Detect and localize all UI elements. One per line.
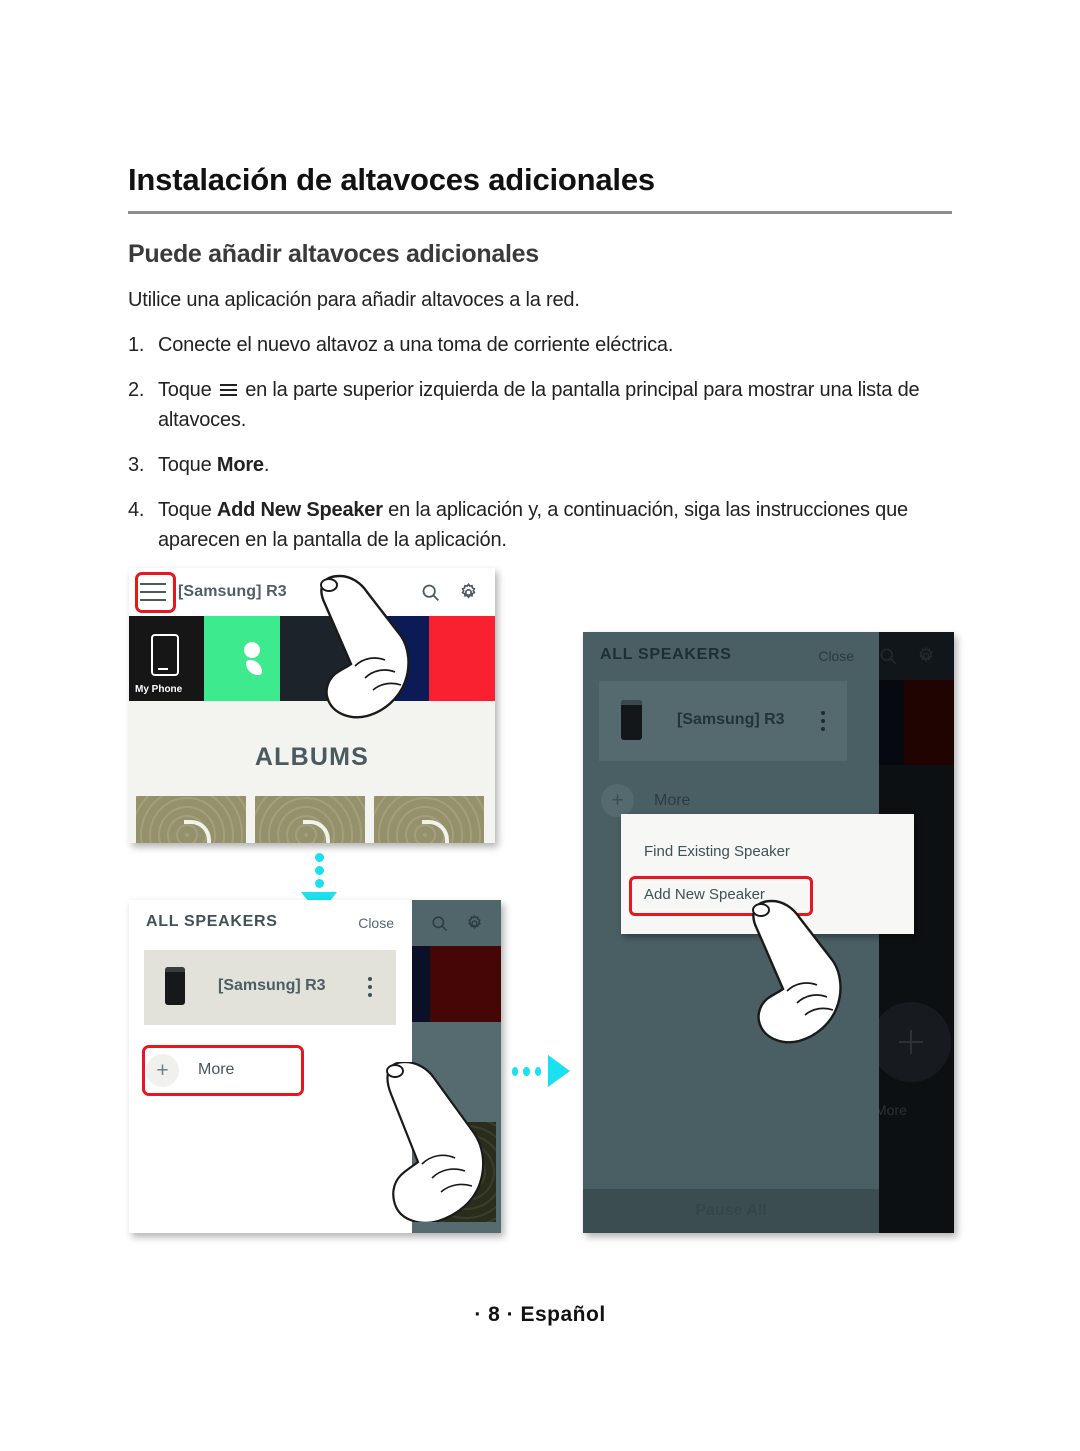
step-number: 1. (128, 334, 145, 356)
title-divider (128, 211, 952, 214)
step-number: 3. (128, 454, 145, 476)
highlight-box-hamburger (135, 572, 176, 613)
album-thumb[interactable] (136, 796, 246, 843)
hamburger-icon (219, 384, 237, 397)
search-icon (430, 914, 449, 933)
speaker-icon (621, 700, 642, 740)
tile-service-green[interactable] (204, 616, 280, 701)
speaker-name: [Samsung] R3 (218, 977, 326, 994)
gear-icon (465, 914, 484, 933)
gear-icon (916, 646, 936, 666)
panel-title: ALL SPEAKERS (146, 913, 278, 930)
lead-paragraph: Utilice una aplicación para añadir altav… (128, 289, 580, 311)
tile-service-dark[interactable] (280, 616, 355, 701)
tile-label: My Phone (135, 684, 183, 695)
step-text: Conecte el nuevo altavoz a una toma de c… (158, 334, 674, 356)
pause-all-button[interactable]: Pause All (583, 1189, 879, 1233)
background-tile-red (904, 680, 954, 765)
more-button[interactable]: + More (601, 784, 690, 817)
background-app-actions (878, 646, 936, 666)
list-item: 1. Conecte el nuevo altavoz a una toma d… (128, 330, 958, 360)
panel-title: ALL SPEAKERS (600, 646, 732, 663)
arrow-down-icon (301, 853, 337, 915)
manual-page: Instalación de altavoces adicionales Pue… (0, 0, 1080, 1451)
background-plus-icon (871, 1002, 951, 1082)
background-tile-navy (412, 946, 430, 1022)
tile-my-phone[interactable]: My Phone (129, 616, 204, 701)
arrow-right-icon (512, 1055, 570, 1087)
gear-icon[interactable] (458, 582, 479, 603)
search-icon[interactable] (420, 582, 441, 603)
background-app (412, 900, 501, 1233)
highlight-box-more (142, 1045, 304, 1096)
step-number: 2. (128, 379, 145, 401)
section-subtitle: Puede añadir altavoces adicionales (128, 240, 539, 268)
step-text: Toque Add New Speaker en la aplicación y… (158, 499, 908, 551)
speaker-list-item[interactable]: [Samsung] R3 (144, 950, 396, 1025)
speaker-icon (165, 967, 185, 1005)
more-label: More (654, 791, 691, 809)
speaker-options-popup: Find Existing Speaker Add New Speaker (621, 814, 914, 1044)
step-number: 4. (128, 499, 145, 521)
tile-service-red[interactable] (429, 616, 495, 701)
all-speakers-panel: ALL SPEAKERS Close [Samsung] R3 + More (129, 900, 485, 1233)
step-emphasis: More (216, 454, 264, 476)
speaker-list-item[interactable]: [Samsung] R3 (599, 681, 847, 761)
app-bar: [Samsung] R3 (129, 568, 495, 616)
screenshot-add-speaker-popup: More ALL SPEAKERS Close [Samsung] R3 + M… (583, 632, 954, 1233)
illustration-group: [Samsung] R3 My Phone ALBUMS ALL SPEAKER… (0, 560, 1080, 1260)
background-more-label: More (875, 1102, 907, 1118)
close-button[interactable]: Close (358, 915, 394, 931)
highlight-box-add-new-speaker (629, 876, 813, 916)
panel-header: ALL SPEAKERS Close (129, 900, 412, 946)
app-bar-actions (420, 582, 479, 603)
plus-icon: + (601, 784, 634, 817)
step-text: Toque en la parte superior izquierda de … (158, 379, 920, 431)
screenshot-home: [Samsung] R3 My Phone ALBUMS (129, 568, 495, 843)
background-album-art (418, 1122, 496, 1222)
album-thumb[interactable] (255, 796, 365, 843)
more-vertical-icon[interactable] (368, 977, 372, 1001)
page-title: Instalación de altavoces adicionales (128, 162, 655, 197)
albums-heading: ALBUMS (254, 743, 370, 771)
speaker-name: [Samsung] R3 (677, 711, 785, 728)
steps-list: 1. Conecte el nuevo altavoz a una toma d… (128, 330, 958, 570)
page-footer: · 8 · Español (474, 1303, 606, 1326)
list-item: 2. Toque en la parte superior izquierda … (128, 375, 958, 435)
list-item: 4. Toque Add New Speaker en la aplicació… (128, 495, 958, 555)
source-tiles: My Phone (129, 616, 495, 701)
more-vertical-icon[interactable] (821, 711, 825, 735)
step-emphasis: Add New Speaker (216, 499, 383, 521)
close-button[interactable]: Close (818, 648, 854, 664)
album-thumb[interactable] (374, 796, 484, 843)
phone-icon (151, 634, 179, 676)
list-item: 3. Toque More. (128, 450, 958, 480)
album-thumbnails (136, 796, 484, 843)
tile-service-navy[interactable] (355, 616, 429, 701)
screenshot-all-speakers: ALL SPEAKERS Close [Samsung] R3 + More (129, 900, 501, 1233)
step-text: Toque More. (158, 454, 270, 476)
search-icon (878, 646, 898, 666)
background-tile-navy (879, 680, 904, 765)
device-name: [Samsung] R3 (178, 583, 287, 600)
find-existing-speaker-item[interactable]: Find Existing Speaker (644, 843, 790, 860)
albums-section: ALBUMS (129, 701, 495, 843)
background-app-bar (412, 900, 501, 946)
background-tile-red (430, 946, 501, 1022)
